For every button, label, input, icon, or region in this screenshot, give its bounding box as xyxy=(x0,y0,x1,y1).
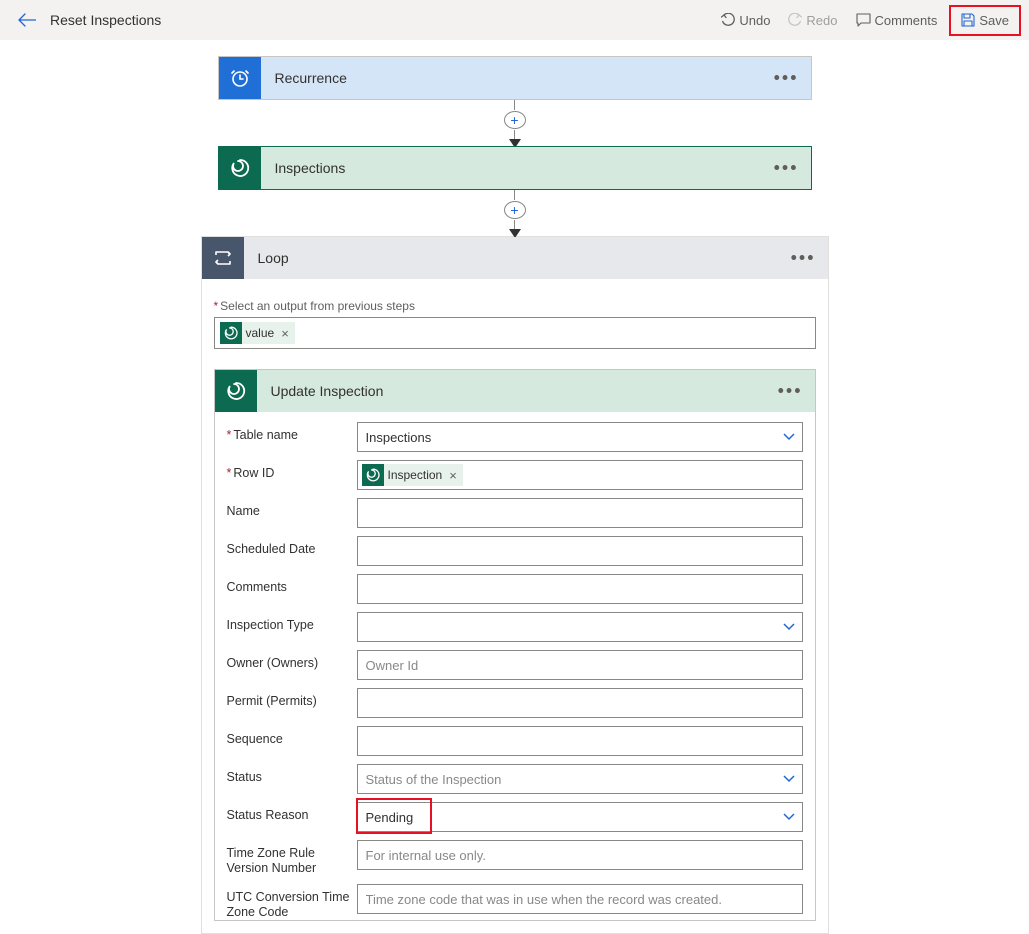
remove-token-icon[interactable]: × xyxy=(446,468,457,483)
inspection-type-select[interactable] xyxy=(357,612,803,642)
connector: + xyxy=(0,190,1029,236)
field-tz-rule: Time Zone Rule Version Number xyxy=(227,840,803,876)
loop-header[interactable]: Loop ••• xyxy=(202,237,828,279)
name-input[interactable] xyxy=(357,498,803,528)
connector: + xyxy=(0,100,1029,146)
permit-input[interactable] xyxy=(357,688,803,718)
output-selector[interactable]: value × xyxy=(214,317,816,349)
header-right: Undo Redo Comments Save xyxy=(715,5,1021,36)
token-label: Inspection xyxy=(388,468,443,482)
loop-title: Loop xyxy=(244,250,289,266)
loop-icon xyxy=(202,237,244,279)
save-button[interactable]: Save xyxy=(955,9,1015,32)
utc-offset-input[interactable] xyxy=(357,884,803,914)
redo-icon xyxy=(788,13,802,27)
more-icon[interactable]: ••• xyxy=(774,158,799,179)
row-id-input[interactable]: Inspection × xyxy=(357,460,803,490)
recurrence-title: Recurrence xyxy=(261,70,347,86)
owner-input[interactable] xyxy=(357,650,803,680)
table-name-select[interactable] xyxy=(357,422,803,452)
field-permit: Permit (Permits) xyxy=(227,688,803,718)
update-inspection-header[interactable]: Update Inspection ••• xyxy=(215,370,815,412)
field-status-reason: Status Reason xyxy=(227,802,803,832)
tz-rule-input[interactable] xyxy=(357,840,803,870)
field-utc-offset: UTC Conversion Time Zone Code xyxy=(227,884,803,920)
field-sequence: Sequence xyxy=(227,726,803,756)
update-form: *Table name *Row ID xyxy=(215,412,815,920)
add-step-button[interactable]: + xyxy=(504,201,526,219)
inspections-title: Inspections xyxy=(261,160,346,176)
loop-card: Loop ••• *Select an output from previous… xyxy=(201,236,829,934)
back-button[interactable] xyxy=(14,9,40,31)
field-scheduled-date: Scheduled Date xyxy=(227,536,803,566)
remove-token-icon[interactable]: × xyxy=(278,326,289,341)
field-name: Name xyxy=(227,498,803,528)
comment-icon xyxy=(856,13,871,27)
undo-icon xyxy=(721,13,735,27)
save-button-highlight: Save xyxy=(949,5,1021,36)
comments-input[interactable] xyxy=(357,574,803,604)
status-reason-select[interactable] xyxy=(357,802,803,832)
save-label: Save xyxy=(979,13,1009,28)
field-inspection-type: Inspection Type xyxy=(227,612,803,642)
field-row-id: *Row ID Inspection × xyxy=(227,460,803,490)
comments-label: Comments xyxy=(875,13,938,28)
loop-body: *Select an output from previous steps va… xyxy=(202,279,828,933)
update-inspection-title: Update Inspection xyxy=(257,383,384,399)
more-icon[interactable]: ••• xyxy=(791,248,816,269)
dataverse-icon xyxy=(215,370,257,412)
page-title: Reset Inspections xyxy=(50,12,161,28)
arrow-left-icon xyxy=(18,13,36,27)
status-select[interactable] xyxy=(357,764,803,794)
recurrence-card[interactable]: Recurrence ••• xyxy=(218,56,812,100)
save-icon xyxy=(961,13,975,27)
inspections-card[interactable]: Inspections ••• xyxy=(218,146,812,190)
field-owner: Owner (Owners) xyxy=(227,650,803,680)
sequence-input[interactable] xyxy=(357,726,803,756)
redo-button[interactable]: Redo xyxy=(782,9,843,32)
field-comments: Comments xyxy=(227,574,803,604)
dataverse-icon xyxy=(219,147,261,189)
dataverse-icon xyxy=(362,464,384,486)
token-label: value xyxy=(246,326,275,340)
header-bar: Reset Inspections Undo Redo Comments xyxy=(0,0,1029,40)
inspection-token[interactable]: Inspection × xyxy=(362,464,463,486)
scheduled-date-input[interactable] xyxy=(357,536,803,566)
more-icon[interactable]: ••• xyxy=(778,381,803,402)
flow-canvas: Recurrence ••• + Inspections ••• + xyxy=(0,40,1029,934)
undo-button[interactable]: Undo xyxy=(715,9,776,32)
field-table-name: *Table name xyxy=(227,422,803,452)
redo-label: Redo xyxy=(806,13,837,28)
select-output-label: *Select an output from previous steps xyxy=(214,299,816,313)
more-icon[interactable]: ••• xyxy=(774,68,799,89)
dataverse-icon xyxy=(220,322,242,344)
update-inspection-card: Update Inspection ••• *Table name *Row I… xyxy=(214,369,816,921)
undo-label: Undo xyxy=(739,13,770,28)
clock-icon xyxy=(219,57,261,99)
value-token[interactable]: value × xyxy=(220,322,295,344)
header-left: Reset Inspections xyxy=(8,9,161,31)
field-status: Status xyxy=(227,764,803,794)
recurrence-header: Recurrence ••• xyxy=(219,57,811,99)
add-step-button[interactable]: + xyxy=(504,111,526,129)
comments-button[interactable]: Comments xyxy=(850,9,944,32)
inspections-header: Inspections ••• xyxy=(219,147,811,189)
